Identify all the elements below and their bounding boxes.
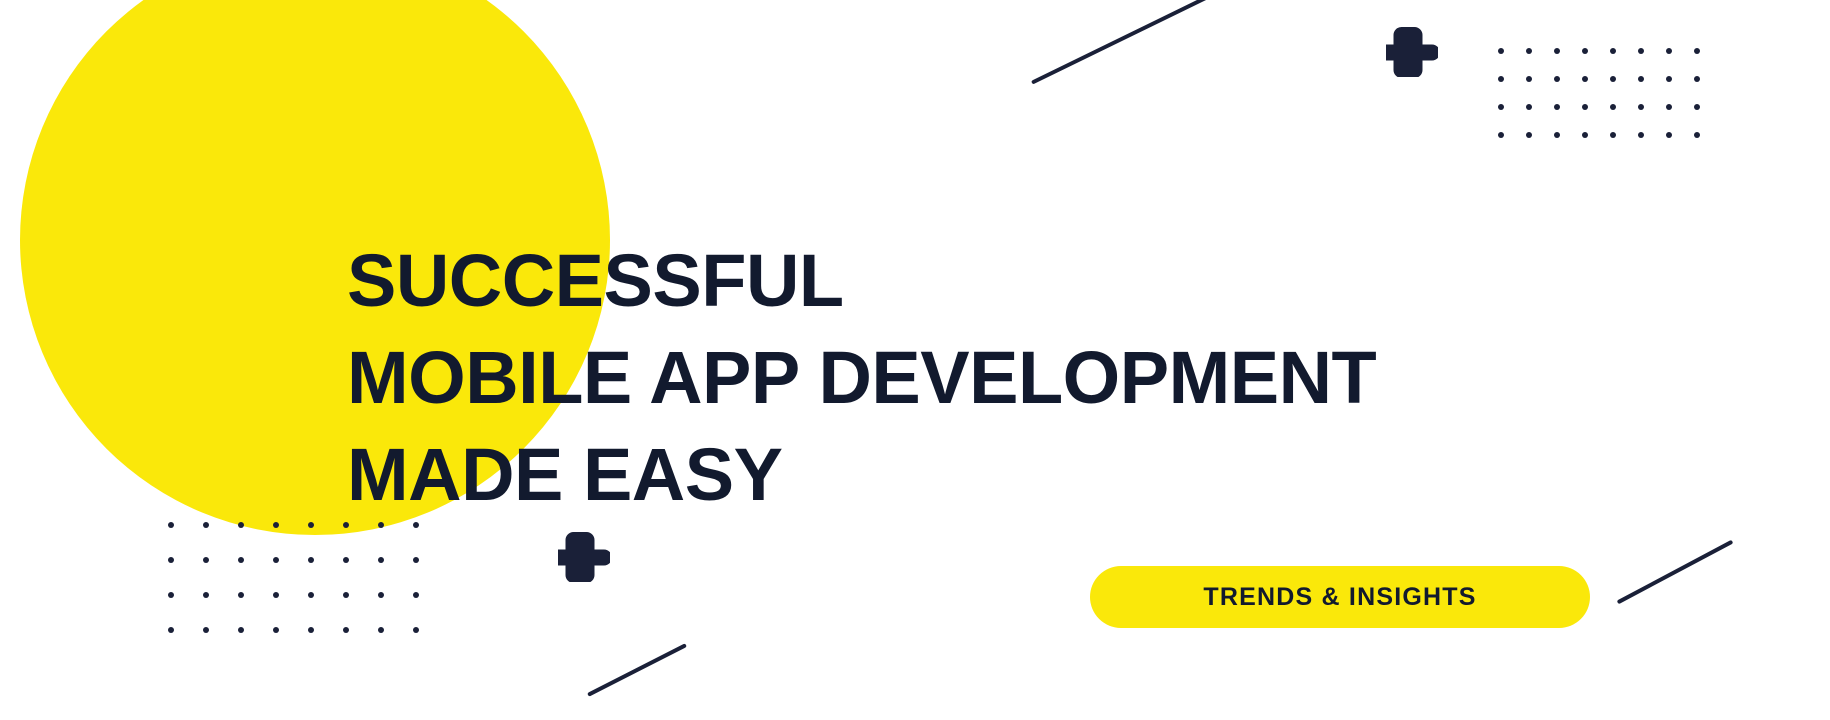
grid-dot — [273, 557, 279, 563]
grid-dot — [1498, 104, 1504, 110]
diagonal-line-icon — [1616, 539, 1734, 605]
grid-dot — [273, 522, 279, 528]
grid-dot — [378, 592, 384, 598]
trends-insights-badge[interactable]: TRENDS & INSIGHTS — [1090, 566, 1590, 628]
grid-dot — [1666, 132, 1672, 138]
grid-dot — [1498, 132, 1504, 138]
grid-dot — [1498, 76, 1504, 82]
grid-dot — [1638, 104, 1644, 110]
diagonal-line-icon — [587, 643, 687, 697]
grid-dot — [343, 557, 349, 563]
grid-dot — [1694, 48, 1700, 54]
grid-dot — [1638, 76, 1644, 82]
grid-dot — [413, 557, 419, 563]
grid-dot — [1638, 48, 1644, 54]
grid-dot — [273, 627, 279, 633]
grid-dot — [1610, 132, 1616, 138]
grid-dot — [343, 522, 349, 528]
grid-dot — [1610, 76, 1616, 82]
grid-dot — [1666, 104, 1672, 110]
grid-dot — [238, 627, 244, 633]
grid-dot — [168, 557, 174, 563]
grid-dot — [1554, 104, 1560, 110]
grid-dot — [168, 592, 174, 598]
headline-line-2: MOBILE APP DEVELOPMENT — [347, 335, 1377, 419]
grid-dot — [343, 592, 349, 598]
headline-line-1: SUCCESSFUL — [347, 238, 844, 322]
grid-dot — [203, 592, 209, 598]
dot-grid-decoration — [168, 522, 448, 662]
grid-dot — [1582, 48, 1588, 54]
grid-dot — [1694, 132, 1700, 138]
grid-dot — [413, 627, 419, 633]
grid-dot — [1582, 132, 1588, 138]
grid-dot — [1638, 132, 1644, 138]
grid-dot — [308, 592, 314, 598]
grid-dot — [1666, 48, 1672, 54]
grid-dot — [378, 557, 384, 563]
headline-line-3: MADE EASY — [347, 432, 783, 516]
grid-dot — [308, 627, 314, 633]
grid-dot — [1526, 104, 1532, 110]
grid-dot — [1666, 76, 1672, 82]
grid-dot — [1526, 132, 1532, 138]
grid-dot — [238, 522, 244, 528]
hero-banner: SUCCESSFUL MOBILE APP DEVELOPMENT MADE E… — [0, 0, 1830, 720]
grid-dot — [1582, 104, 1588, 110]
grid-dot — [308, 557, 314, 563]
grid-dot — [378, 522, 384, 528]
grid-dot — [378, 627, 384, 633]
grid-dot — [1610, 48, 1616, 54]
grid-dot — [308, 522, 314, 528]
grid-dot — [1694, 104, 1700, 110]
grid-dot — [343, 627, 349, 633]
grid-dot — [168, 522, 174, 528]
grid-dot — [1526, 76, 1532, 82]
grid-dot — [1554, 132, 1560, 138]
grid-dot — [1526, 48, 1532, 54]
grid-dot — [1554, 76, 1560, 82]
grid-dot — [1610, 104, 1616, 110]
grid-dot — [273, 592, 279, 598]
grid-dot — [413, 522, 419, 528]
diagonal-line-icon — [1030, 0, 1209, 85]
grid-dot — [203, 522, 209, 528]
grid-dot — [203, 627, 209, 633]
grid-dot — [1582, 76, 1588, 82]
plus-icon — [1376, 25, 1440, 82]
grid-dot — [1498, 48, 1504, 54]
grid-dot — [238, 592, 244, 598]
plus-icon — [548, 530, 612, 587]
grid-dot — [203, 557, 209, 563]
badge-label: TRENDS & INSIGHTS — [1203, 582, 1477, 611]
grid-dot — [238, 557, 244, 563]
grid-dot — [413, 592, 419, 598]
grid-dot — [1694, 76, 1700, 82]
grid-dot — [1554, 48, 1560, 54]
dot-grid-decoration — [1498, 48, 1722, 160]
page-title: SUCCESSFUL MOBILE APP DEVELOPMENT MADE E… — [347, 232, 1377, 523]
grid-dot — [168, 627, 174, 633]
